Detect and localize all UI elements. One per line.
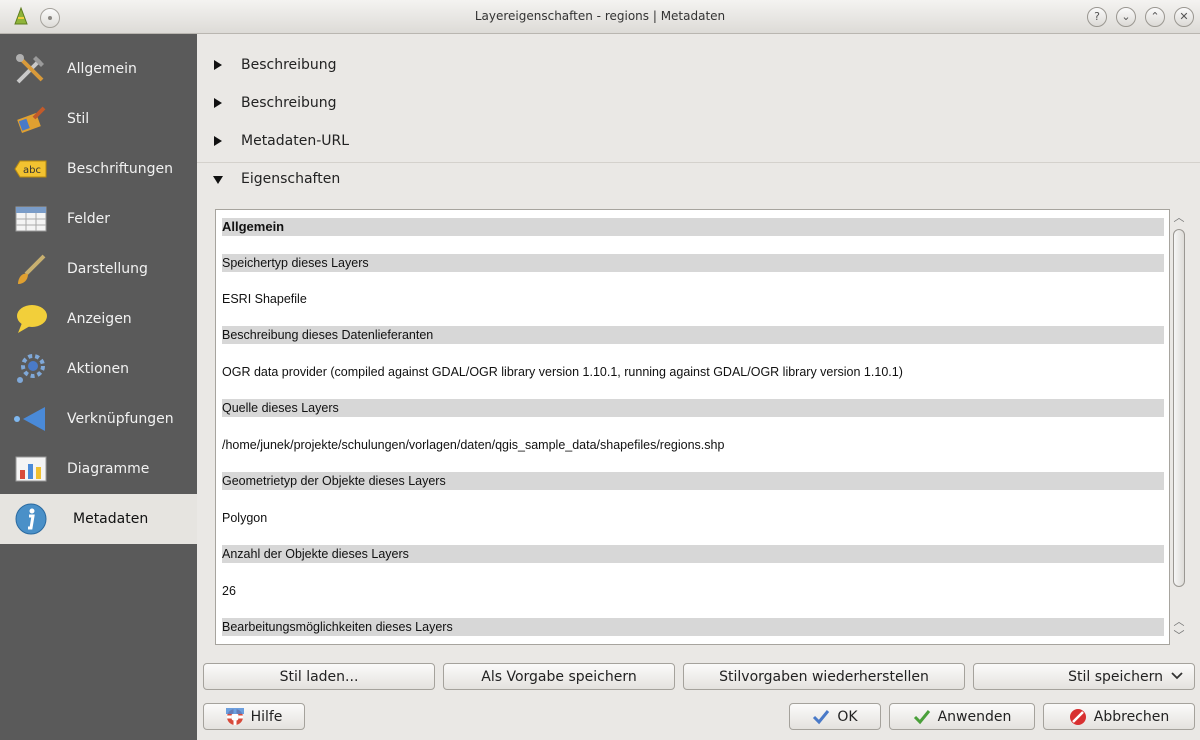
sidebar-item-beschriftungen[interactable]: abc Beschriftungen (0, 144, 197, 194)
sidebar-item-label: Anzeigen (67, 311, 132, 327)
sidebar-item-label: Beschriftungen (67, 161, 174, 177)
window-title: Layereigenschaften - regions | Metadaten (474, 9, 726, 23)
property-header: Quelle dieses Layers (222, 399, 1164, 417)
section-label: Beschreibung (241, 95, 337, 111)
properties-title: Allgemein (222, 218, 1164, 236)
collapsed-arrow-icon (214, 136, 222, 146)
help-label: Hilfe (250, 708, 283, 725)
property-value: /home/junek/projekte/schulungen/vorlagen… (222, 438, 725, 452)
lifebuoy-icon (225, 707, 244, 726)
title-bar: Layereigenschaften - regions | Metadaten… (0, 0, 1200, 34)
property-value: OGR data provider (compiled against GDAL… (222, 365, 903, 379)
join-icon (12, 400, 50, 438)
minimize-icon[interactable]: ⌄ (1116, 7, 1136, 27)
sidebar-item-anzeigen[interactable]: Anzeigen (0, 294, 197, 344)
scroll-up-icon[interactable]: ︿ (1172, 209, 1186, 225)
scroll-up-icon[interactable]: ︿ (1172, 613, 1186, 628)
properties-view[interactable]: Allgemein Speichertyp dieses Layers ESRI… (215, 209, 1170, 645)
checkmark-icon (913, 708, 931, 726)
table-icon (12, 200, 50, 238)
property-header: Bearbeitungsmöglichkeiten dieses Layers (222, 618, 1164, 636)
sidebar-item-felder[interactable]: Felder (0, 194, 197, 244)
sidebar-item-label: Darstellung (67, 261, 148, 277)
apply-label: Anwenden (937, 708, 1012, 725)
property-header: Speichertyp dieses Layers (222, 254, 1164, 272)
speech-bubble-icon (12, 300, 50, 338)
sidebar-item-metadaten[interactable]: Metadaten (0, 494, 197, 544)
close-icon[interactable]: ✕ (1174, 7, 1194, 27)
collapsed-arrow-icon (214, 98, 222, 108)
help-button[interactable]: Hilfe (203, 703, 305, 730)
load-style-button[interactable]: Stil laden... (203, 663, 435, 690)
chart-icon (12, 450, 50, 488)
help-window-icon[interactable]: ? (1087, 7, 1107, 27)
tools-icon (12, 50, 50, 88)
restore-default-button[interactable]: Stilvorgaben wiederherstellen (683, 663, 965, 690)
ok-label: OK (837, 708, 858, 725)
abc-label-icon: abc (12, 150, 50, 188)
section-label: Eigenschaften (241, 171, 341, 187)
save-style-label: Stil speichern (1068, 668, 1163, 685)
property-header: Beschreibung dieses Datenlieferanten (222, 326, 1164, 344)
sidebar-item-aktionen[interactable]: Aktionen (0, 344, 197, 394)
vertical-scrollbar[interactable]: ︿ ︿ ﹀ (1172, 209, 1186, 645)
cancel-icon (1069, 708, 1087, 726)
sidebar-item-darstellung[interactable]: Darstellung (0, 244, 197, 294)
property-value: ESRI Shapefile (222, 292, 307, 306)
section-metadaten-url[interactable]: Metadaten-URL (197, 122, 1200, 160)
scrollbar-thumb[interactable] (1173, 229, 1185, 587)
main-panel: Beschreibung Beschreibung Metadaten-URL … (197, 34, 1200, 740)
sidebar-item-label: Felder (67, 211, 111, 227)
sidebar-item-label: Aktionen (67, 361, 129, 377)
gear-run-icon (12, 350, 50, 388)
sidebar-item-diagramme[interactable]: Diagramme (0, 444, 197, 494)
sidebar-item-allgemein[interactable]: Allgemein (0, 44, 197, 94)
sidebar-item-verknuepfungen[interactable]: Verknüpfungen (0, 394, 197, 444)
abc-icon-text: abc (23, 165, 41, 176)
section-label: Beschreibung (241, 57, 337, 73)
chevron-down-icon (1170, 669, 1184, 685)
property-header: Geometrietyp der Objekte dieses Layers (222, 472, 1164, 490)
sidebar-item-label: Metadaten (73, 511, 149, 527)
ok-button[interactable]: OK (789, 703, 881, 730)
section-label: Metadaten-URL (241, 133, 350, 149)
property-header: Anzahl der Objekte dieses Layers (222, 545, 1164, 563)
save-as-default-button[interactable]: Als Vorgabe speichern (443, 663, 675, 690)
info-icon (12, 500, 50, 538)
save-style-button[interactable]: Stil speichern (973, 663, 1195, 690)
paintbrush-icon (12, 250, 50, 288)
section-beschreibung-1[interactable]: Beschreibung (197, 46, 1200, 84)
brush-icon (12, 100, 50, 138)
property-value: 26 (222, 584, 236, 598)
sidebar: Allgemein Stil abc Beschriftungen Felder… (0, 34, 197, 740)
property-value: Polygon (222, 511, 268, 525)
scroll-down-icon[interactable]: ﹀ (1172, 627, 1186, 642)
apply-button[interactable]: Anwenden (889, 703, 1035, 730)
collapsed-arrow-icon (214, 60, 222, 70)
cancel-button[interactable]: Abbrechen (1043, 703, 1195, 730)
section-eigenschaften[interactable]: Eigenschaften (197, 160, 1200, 198)
sidebar-item-label: Diagramme (67, 461, 150, 477)
sidebar-item-label: Verknüpfungen (67, 411, 174, 427)
sidebar-item-label: Stil (67, 111, 90, 127)
expanded-arrow-icon (213, 176, 223, 184)
maximize-icon[interactable]: ⌃ (1145, 7, 1165, 27)
cancel-label: Abbrechen (1093, 708, 1170, 725)
checkmark-icon (812, 708, 830, 726)
section-beschreibung-2[interactable]: Beschreibung (197, 84, 1200, 122)
sidebar-item-stil[interactable]: Stil (0, 94, 197, 144)
sidebar-item-label: Allgemein (67, 61, 137, 77)
